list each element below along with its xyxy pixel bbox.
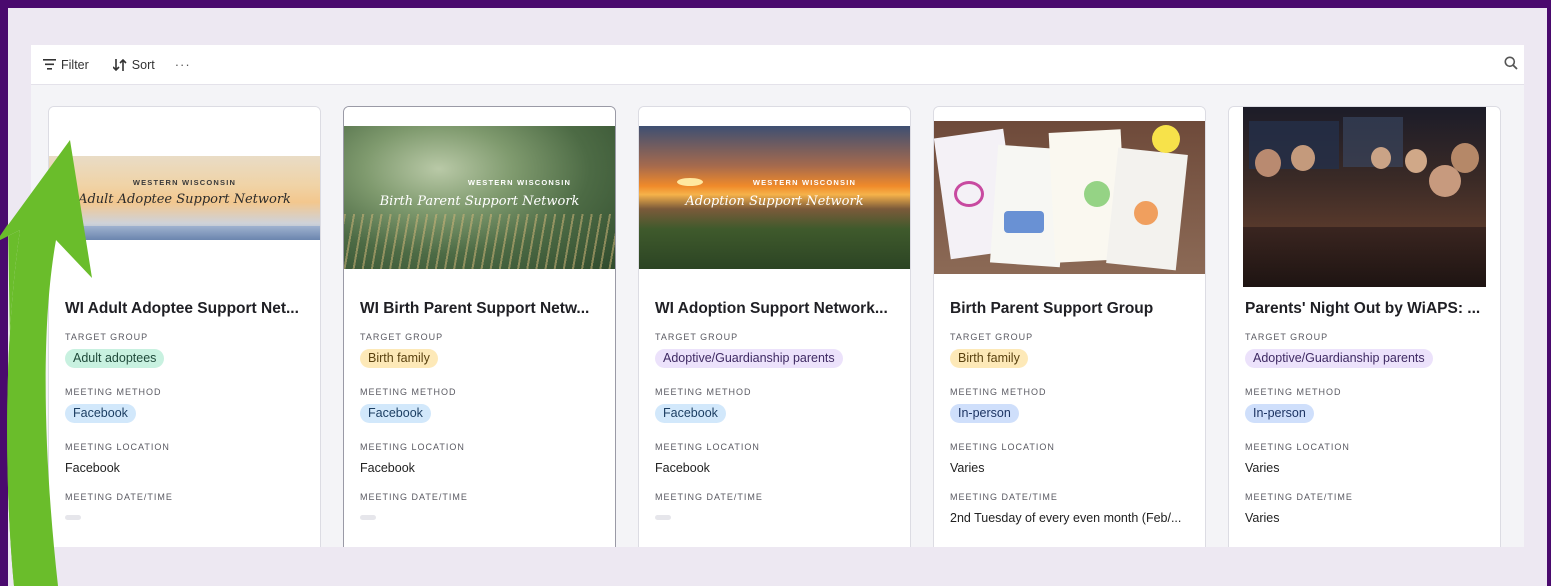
banner-title: Adult Adoptee Support Network bbox=[78, 192, 291, 207]
field-label-meeting-location: MEETING LOCATION bbox=[950, 442, 1055, 452]
field-label-target-group: TARGET GROUP bbox=[655, 332, 739, 342]
meeting-method-pill: Facebook bbox=[65, 404, 136, 423]
meeting-method-pill: In-person bbox=[950, 404, 1019, 423]
view-toolbar: Filter Sort ··· bbox=[31, 45, 1524, 85]
field-label-meeting-datetime: MEETING DATE/TIME bbox=[360, 492, 468, 502]
meeting-method-pill: In-person bbox=[1245, 404, 1314, 423]
gallery-grid: WESTERN WISCONSIN Adult Adoptee Support … bbox=[31, 85, 1524, 547]
banner-subtitle: WESTERN WISCONSIN bbox=[752, 178, 857, 187]
card-title: Birth Parent Support Group bbox=[950, 300, 1154, 317]
field-label-target-group: TARGET GROUP bbox=[65, 332, 149, 342]
meeting-location-value: Varies bbox=[950, 461, 985, 475]
record-card[interactable]: WESTERN WISCONSIN Adoption Support Netwo… bbox=[638, 106, 911, 547]
target-group-pill: Adult adoptees bbox=[65, 349, 165, 368]
target-group-pill: Adoptive/Guardianship parents bbox=[655, 349, 843, 368]
field-label-meeting-method: MEETING METHOD bbox=[655, 387, 752, 397]
field-label-meeting-datetime: MEETING DATE/TIME bbox=[1245, 492, 1353, 502]
search-button[interactable] bbox=[1504, 56, 1518, 75]
record-card[interactable]: Birth Parent Support Group TARGET GROUP … bbox=[933, 106, 1206, 547]
group-photo bbox=[1243, 107, 1486, 287]
banner-title: Adoption Support Network bbox=[685, 194, 864, 209]
meeting-method-pill: Facebook bbox=[655, 404, 726, 423]
banner-title: Birth Parent Support Network bbox=[379, 194, 580, 209]
card-cover-image: WESTERN WISCONSIN Adult Adoptee Support … bbox=[49, 107, 320, 287]
sort-icon bbox=[112, 58, 127, 71]
field-label-meeting-location: MEETING LOCATION bbox=[1245, 442, 1350, 452]
meeting-datetime-value: Varies bbox=[1245, 511, 1280, 525]
card-title: WI Adult Adoptee Support Net... bbox=[65, 300, 299, 317]
target-group-pill: Birth family bbox=[950, 349, 1028, 368]
empty-value-placeholder bbox=[360, 515, 376, 520]
card-cover-image: WESTERN WISCONSIN Birth Parent Support N… bbox=[344, 107, 615, 287]
field-label-meeting-method: MEETING METHOD bbox=[950, 387, 1047, 397]
field-label-target-group: TARGET GROUP bbox=[1245, 332, 1329, 342]
meeting-datetime-value: 2nd Tuesday of every even month (Feb/... bbox=[950, 511, 1182, 525]
target-group-pill: Adoptive/Guardianship parents bbox=[1245, 349, 1433, 368]
empty-value-placeholder bbox=[65, 515, 81, 520]
more-options-button[interactable]: ··· bbox=[175, 57, 191, 72]
field-label-meeting-method: MEETING METHOD bbox=[1245, 387, 1342, 397]
card-cover-image bbox=[1229, 107, 1500, 287]
field-label-meeting-datetime: MEETING DATE/TIME bbox=[65, 492, 173, 502]
field-label-meeting-location: MEETING LOCATION bbox=[655, 442, 760, 452]
card-title: Parents' Night Out by WiAPS: ... bbox=[1245, 300, 1481, 317]
search-icon bbox=[1504, 56, 1518, 70]
banner-subtitle: WESTERN WISCONSIN bbox=[132, 178, 237, 187]
sort-button[interactable]: Sort bbox=[112, 57, 155, 72]
card-title: WI Adoption Support Network... bbox=[655, 300, 888, 317]
meeting-method-pill: Facebook bbox=[360, 404, 431, 423]
field-label-meeting-location: MEETING LOCATION bbox=[360, 442, 465, 452]
record-card[interactable]: WESTERN WISCONSIN Birth Parent Support N… bbox=[343, 106, 616, 547]
field-label-target-group: TARGET GROUP bbox=[950, 332, 1034, 342]
card-title: WI Birth Parent Support Netw... bbox=[360, 300, 590, 317]
meeting-location-value: Facebook bbox=[360, 461, 415, 475]
filter-button[interactable]: Filter bbox=[43, 58, 89, 72]
hope-bags-photo bbox=[934, 121, 1205, 274]
field-label-meeting-datetime: MEETING DATE/TIME bbox=[655, 492, 763, 502]
field-label-meeting-location: MEETING LOCATION bbox=[65, 442, 170, 452]
meeting-location-value: Facebook bbox=[65, 461, 120, 475]
field-label-meeting-method: MEETING METHOD bbox=[360, 387, 457, 397]
meeting-location-value: Facebook bbox=[655, 461, 710, 475]
meeting-location-value: Varies bbox=[1245, 461, 1280, 475]
target-group-pill: Birth family bbox=[360, 349, 438, 368]
card-cover-image: WESTERN WISCONSIN Adoption Support Netwo… bbox=[639, 107, 910, 287]
record-card[interactable]: Parents' Night Out by WiAPS: ... TARGET … bbox=[1228, 106, 1501, 547]
banner-subtitle: WESTERN WISCONSIN bbox=[467, 178, 572, 187]
field-label-meeting-datetime: MEETING DATE/TIME bbox=[950, 492, 1058, 502]
card-cover-image bbox=[934, 107, 1205, 287]
filter-icon bbox=[43, 59, 56, 70]
more-icon: ··· bbox=[174, 57, 191, 72]
field-label-meeting-method: MEETING METHOD bbox=[65, 387, 162, 397]
filter-label: Filter bbox=[61, 57, 89, 72]
field-label-target-group: TARGET GROUP bbox=[360, 332, 444, 342]
record-card[interactable]: WESTERN WISCONSIN Adult Adoptee Support … bbox=[48, 106, 321, 547]
empty-value-placeholder bbox=[655, 515, 671, 520]
sort-label: Sort bbox=[131, 57, 155, 72]
